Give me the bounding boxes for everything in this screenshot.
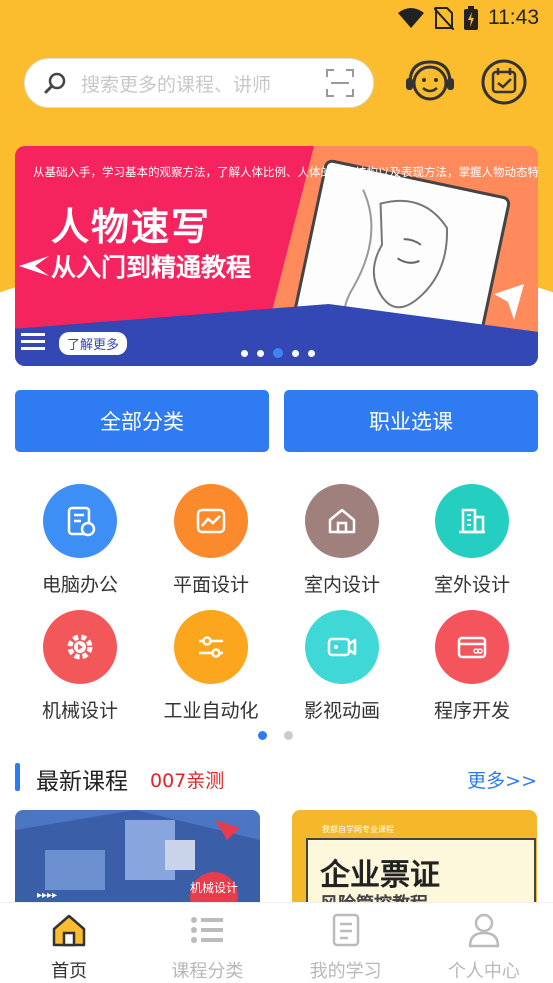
category-label: 室外设计 bbox=[433, 574, 510, 596]
customer-service-button[interactable] bbox=[404, 56, 456, 108]
bottom-tab-bar: 首页 课程分类 我的学习 个人中心 bbox=[0, 902, 553, 983]
image-icon bbox=[174, 484, 248, 558]
banner-dot[interactable] bbox=[292, 349, 299, 357]
battery-icon bbox=[464, 6, 478, 30]
learn-more-button[interactable]: 了解更多 bbox=[59, 332, 128, 355]
banner-subtitle: 从基础入手，学习基本的观察方法，了解人体比例、人体的基本结构以及表现方法，掌握人… bbox=[33, 165, 538, 179]
category-mechanical-design[interactable]: 机械设计 bbox=[15, 610, 145, 723]
house-icon bbox=[305, 484, 379, 558]
category-label: 工业自动化 bbox=[163, 700, 259, 722]
category-industrial-automation[interactable]: 工业自动化 bbox=[146, 610, 276, 723]
tab-label: 首页 bbox=[51, 961, 88, 982]
banner-dot[interactable] bbox=[308, 349, 315, 357]
category-label: 程序开发 bbox=[433, 700, 510, 722]
banner-title-line2: 从入门到精通教程 bbox=[51, 253, 252, 282]
category-exterior-design[interactable]: 室外设计 bbox=[407, 484, 537, 597]
category-label: 室内设计 bbox=[303, 574, 380, 596]
tab-home[interactable]: 首页 bbox=[0, 903, 138, 983]
promo-banner[interactable]: 从基础入手，学习基本的观察方法，了解人体比例、人体的基本结构以及表现方法，掌握人… bbox=[15, 146, 538, 366]
category-computer-office[interactable]: 电脑办公 bbox=[15, 484, 145, 597]
page-dot-active[interactable] bbox=[258, 731, 267, 740]
gear-icon bbox=[43, 610, 117, 684]
card-icon bbox=[435, 610, 509, 684]
svg-text:▸▸▸▸: ▸▸▸▸ bbox=[37, 890, 57, 901]
banner-dot-active[interactable] bbox=[273, 348, 283, 358]
search-icon bbox=[44, 72, 66, 94]
headset-icon bbox=[406, 60, 454, 101]
search-bar[interactable]: 搜索更多的课程、讲师 bbox=[24, 58, 374, 108]
banner-dot[interactable] bbox=[241, 349, 248, 357]
category-film-animation[interactable]: 影视动画 bbox=[277, 610, 407, 723]
paper-plane-icon bbox=[494, 284, 524, 320]
section-tag: 007亲测 bbox=[150, 770, 225, 792]
category-label: 电脑办公 bbox=[41, 574, 118, 596]
category-programming[interactable]: 程序开发 bbox=[407, 610, 537, 723]
notebook-icon bbox=[332, 913, 359, 947]
menu-icon bbox=[21, 333, 45, 350]
career-select-button[interactable]: 职业选课 bbox=[284, 390, 538, 452]
person-icon bbox=[468, 913, 500, 948]
banner-title: 人物速写 bbox=[51, 205, 212, 249]
scan-icon[interactable] bbox=[325, 68, 355, 98]
tab-label: 课程分类 bbox=[171, 961, 244, 982]
category-pagination bbox=[258, 731, 293, 740]
banner-dot[interactable] bbox=[257, 349, 264, 357]
tab-my-learning[interactable]: 我的学习 bbox=[277, 903, 415, 983]
more-courses-link[interactable]: 更多>> bbox=[467, 766, 537, 793]
section-accent-bar bbox=[15, 763, 20, 791]
category-interior-design[interactable]: 室内设计 bbox=[277, 484, 407, 597]
category-label: 影视动画 bbox=[303, 700, 380, 722]
course-card[interactable]: 我都自学网专业课程 企业票证 风险管控教程 bbox=[292, 810, 537, 910]
page-dot[interactable] bbox=[284, 731, 293, 740]
wifi-icon bbox=[398, 8, 424, 28]
no-sim-icon bbox=[434, 7, 454, 30]
search-placeholder[interactable]: 搜索更多的课程、讲师 bbox=[81, 70, 325, 97]
status-time: 11:43 bbox=[488, 6, 539, 29]
course-card[interactable]: ▸▸▸▸ 机械设计 bbox=[15, 810, 260, 910]
building-icon bbox=[435, 484, 509, 558]
tab-label: 个人中心 bbox=[447, 961, 520, 982]
paper-plane-icon bbox=[19, 256, 49, 276]
tab-profile[interactable]: 个人中心 bbox=[415, 903, 553, 983]
calendar-check-icon bbox=[481, 59, 527, 105]
course-title: 企业票证 bbox=[320, 858, 440, 893]
category-label: 机械设计 bbox=[41, 700, 118, 722]
section-title: 最新课程 bbox=[36, 769, 128, 795]
video-camera-icon bbox=[305, 610, 379, 684]
category-label: 平面设计 bbox=[172, 574, 249, 596]
all-categories-button[interactable]: 全部分类 bbox=[15, 390, 269, 452]
course-top-text: 我都自学网专业课程 bbox=[322, 825, 394, 834]
home-icon bbox=[52, 914, 86, 947]
checkin-button[interactable] bbox=[478, 56, 530, 108]
tab-course-categories[interactable]: 课程分类 bbox=[138, 903, 276, 983]
status-bar: 11:43 bbox=[0, 0, 553, 40]
banner-pagination bbox=[241, 348, 315, 358]
category-graphic-design[interactable]: 平面设计 bbox=[146, 484, 276, 597]
list-icon bbox=[191, 917, 224, 943]
document-clock-icon bbox=[43, 484, 117, 558]
tab-label: 我的学习 bbox=[309, 961, 382, 982]
sliders-icon bbox=[174, 610, 248, 684]
